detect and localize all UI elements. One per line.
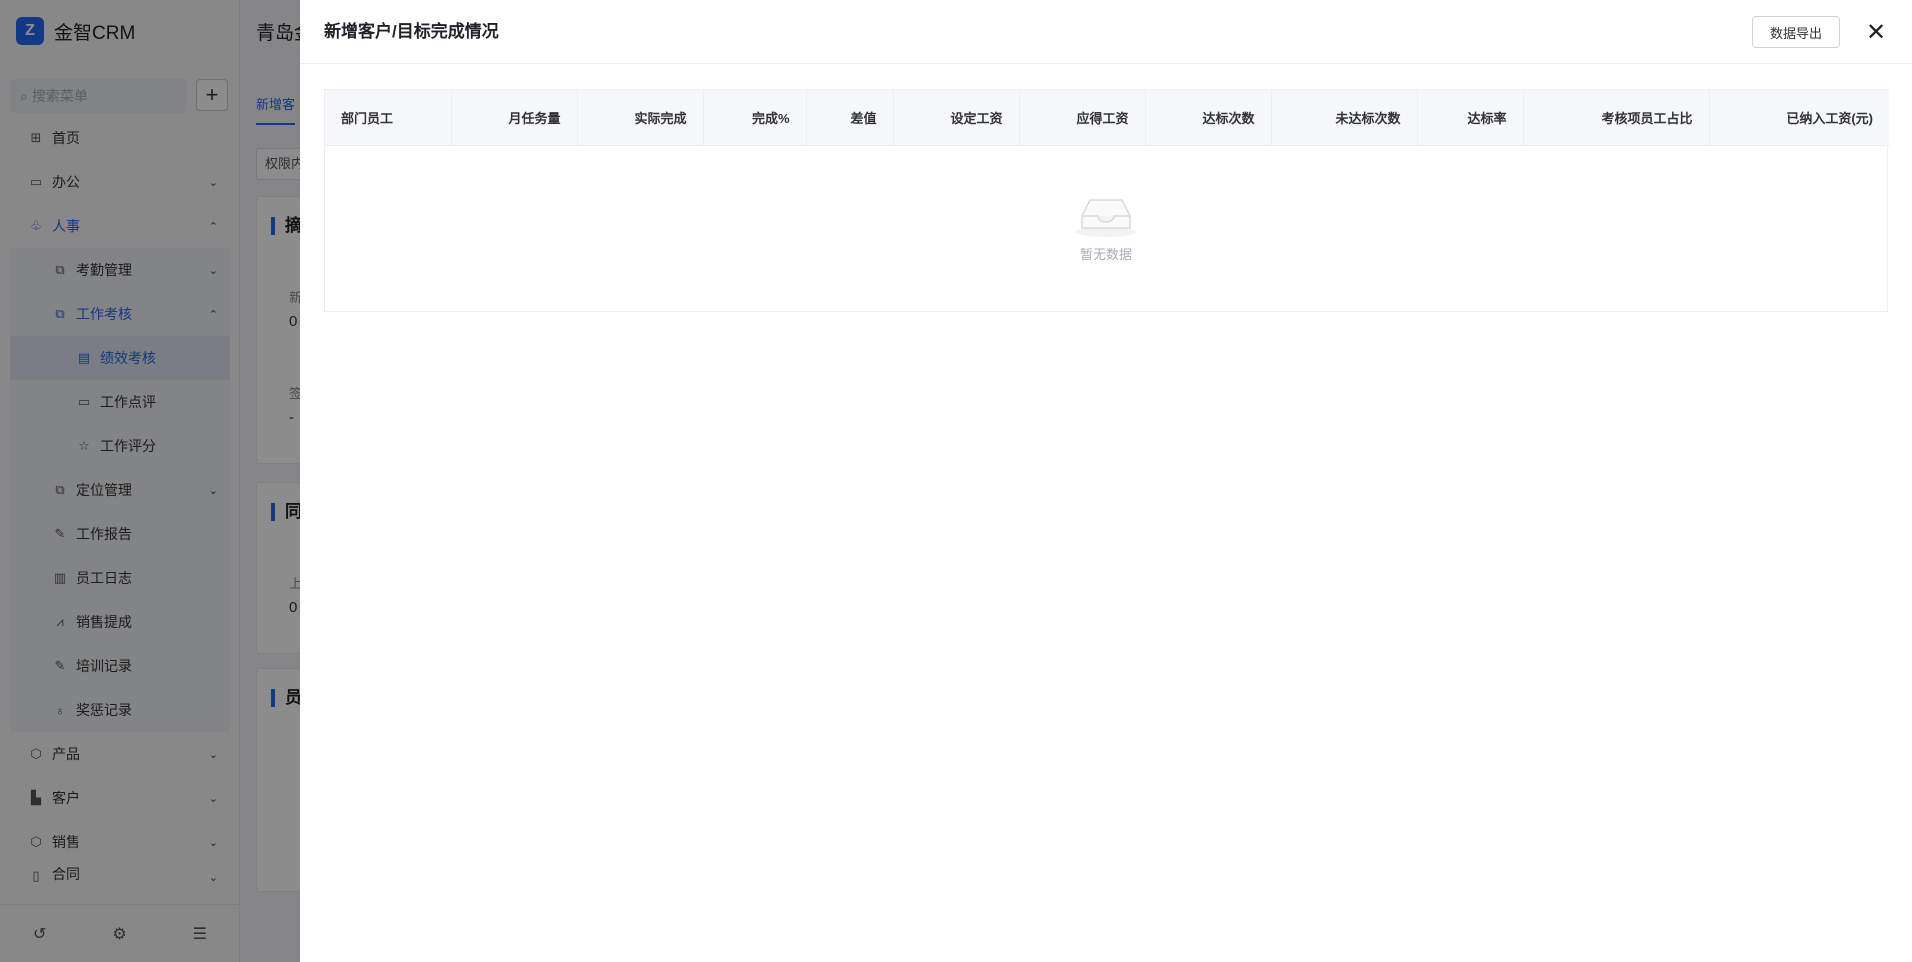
close-icon[interactable]: ✕ (1860, 16, 1892, 48)
empty-state: 暂无数据 (325, 145, 1887, 311)
column-header: 应得工资 (1019, 90, 1146, 146)
column-header: 设定工资 (893, 90, 1020, 146)
column-header: 考核项员工占比 (1523, 90, 1710, 146)
column-header: 差值 (806, 90, 894, 146)
drawer-title: 新增客户/目标完成情况 (324, 22, 499, 41)
empty-inbox-icon (1076, 198, 1136, 237)
drawer-panel: 新增客户/目标完成情况 数据导出 ✕ 部门员工 月任务量 实际完成 完成% 差值… (300, 0, 1912, 962)
table-header-row: 部门员工 月任务量 实际完成 完成% 差值 设定工资 应得工资 达标次数 未达标… (325, 90, 1889, 146)
export-data-button[interactable]: 数据导出 (1752, 16, 1840, 48)
column-header: 完成% (703, 90, 807, 146)
column-header: 达标次数 (1145, 90, 1272, 146)
column-header: 月任务量 (451, 90, 578, 146)
column-header: 已纳入工资(元) (1709, 90, 1889, 146)
column-header: 达标率 (1417, 90, 1524, 146)
column-header: 未达标次数 (1271, 90, 1418, 146)
data-table: 部门员工 月任务量 实际完成 完成% 差值 设定工资 应得工资 达标次数 未达标… (324, 89, 1889, 312)
column-header: 实际完成 (577, 90, 704, 146)
column-header: 部门员工 (325, 90, 452, 146)
empty-text: 暂无数据 (1079, 246, 1132, 262)
drawer-header: 新增客户/目标完成情况 数据导出 ✕ (300, 0, 1912, 64)
